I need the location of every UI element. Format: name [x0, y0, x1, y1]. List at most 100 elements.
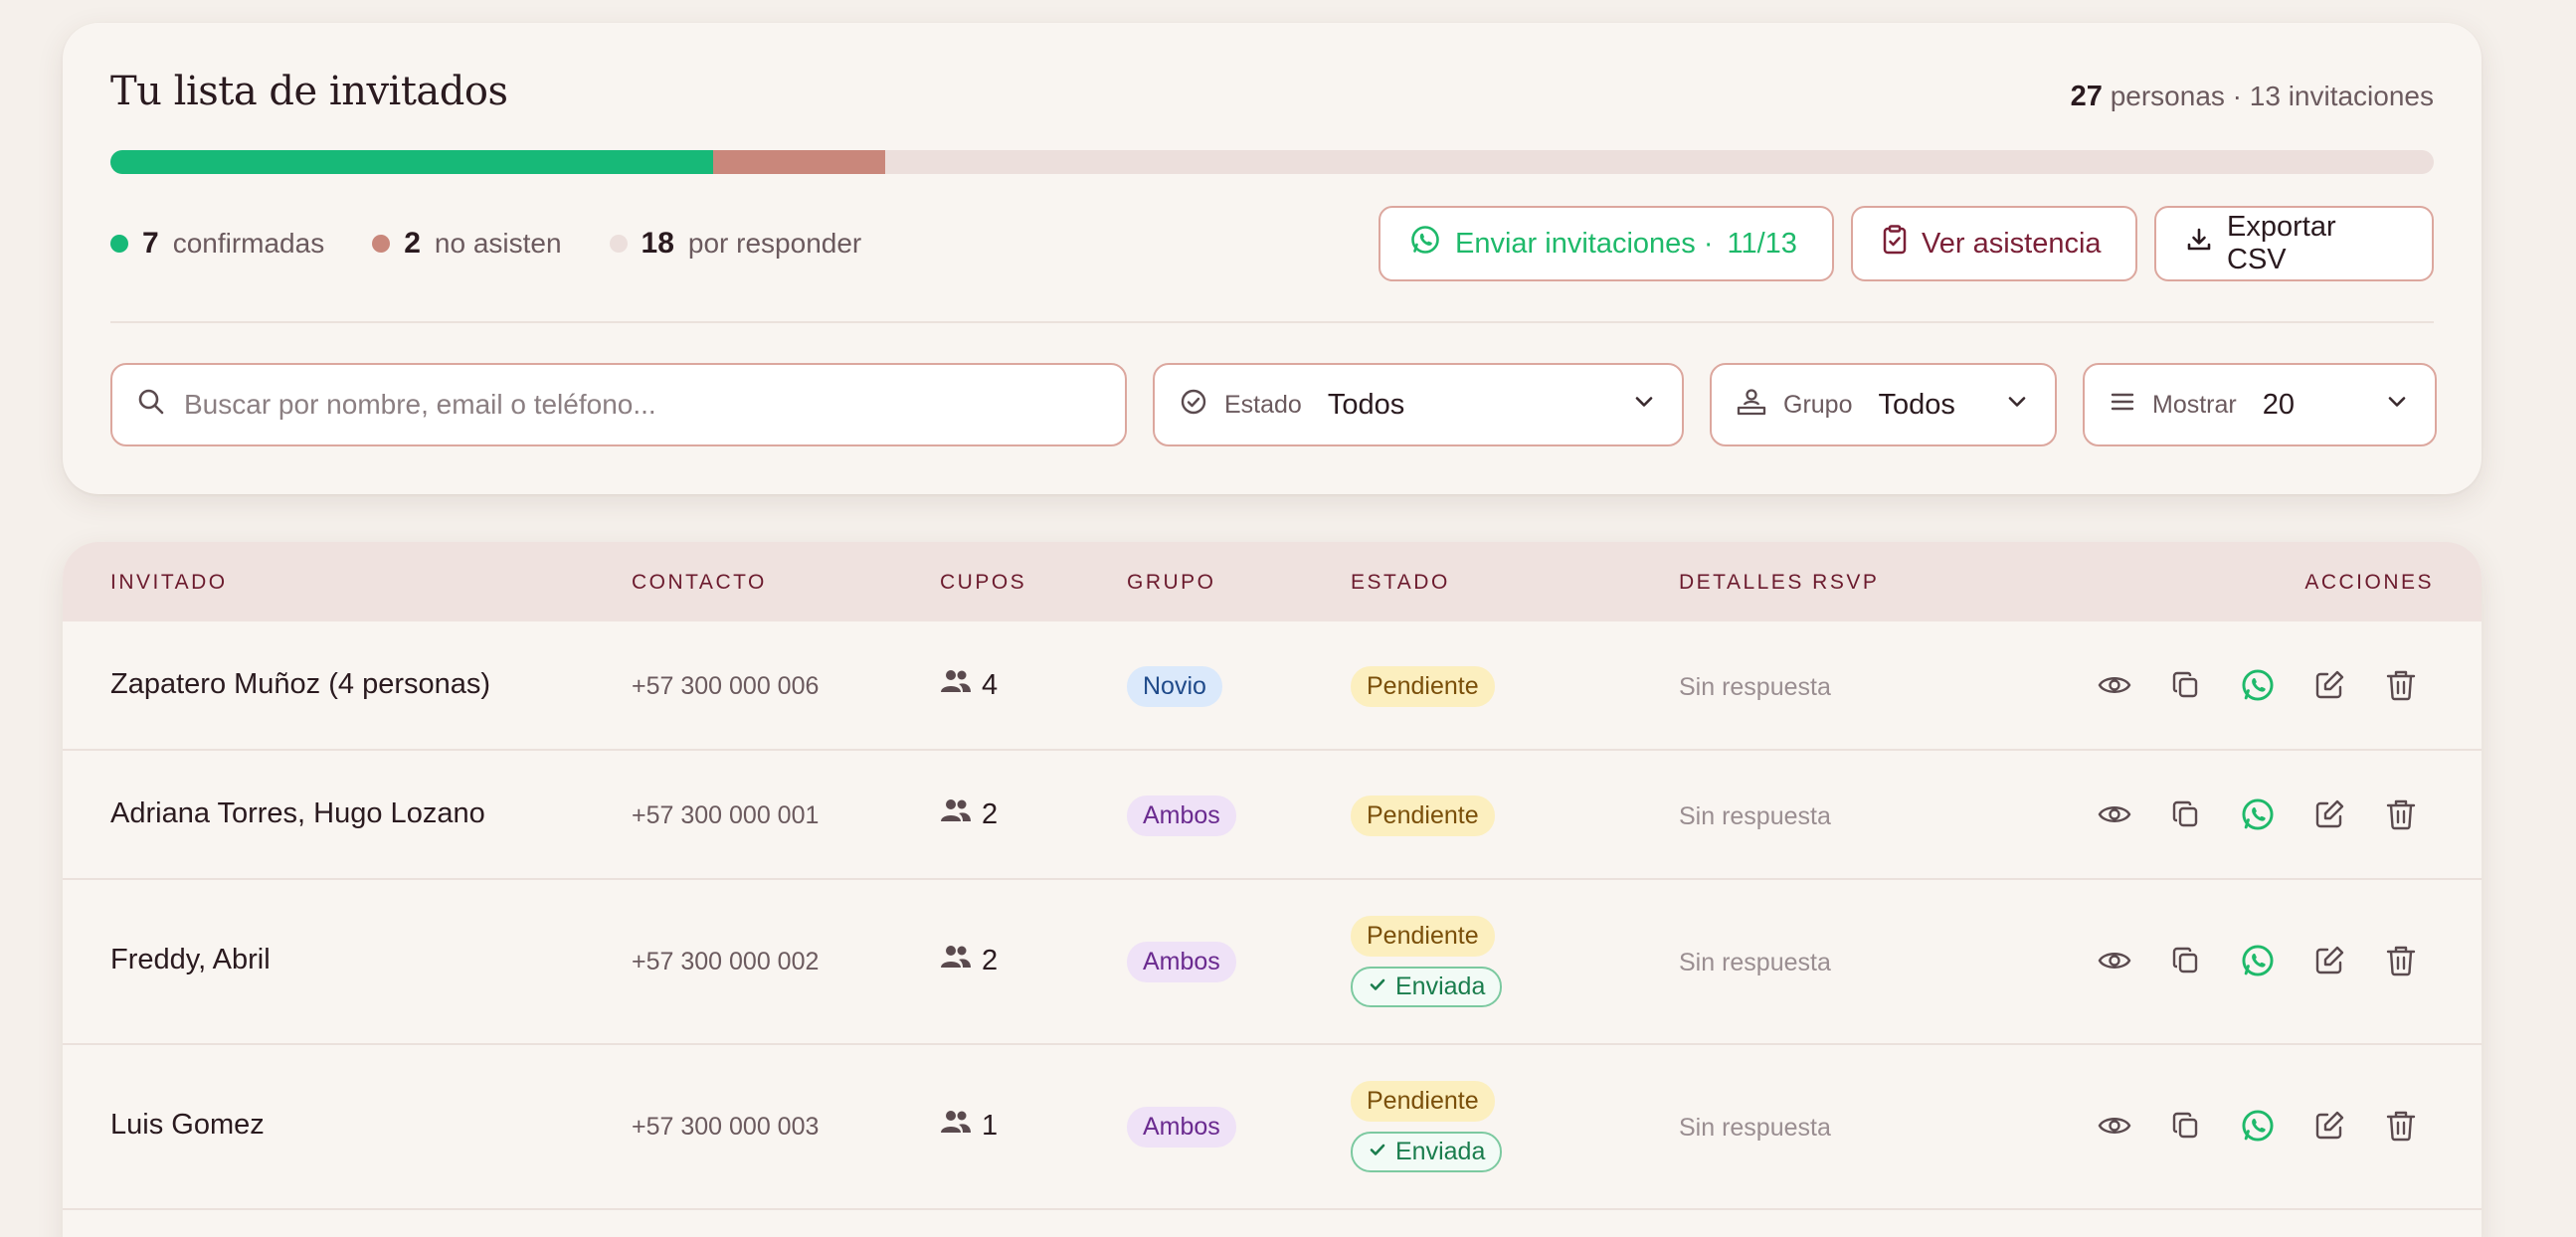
- trash-icon[interactable]: [2383, 1108, 2419, 1144]
- copy-icon[interactable]: [2168, 796, 2204, 832]
- search-input[interactable]: Buscar por nombre, email o teléfono...: [184, 389, 656, 421]
- send-invitations-label: Enviar invitaciones ·: [1455, 227, 1714, 260]
- total-people-count: 27: [2070, 81, 2103, 112]
- group-badge: Ambos: [1127, 942, 1236, 982]
- edit-icon[interactable]: [2311, 943, 2347, 978]
- header-contact: CONTACTO: [632, 571, 767, 594]
- group-badge: Ambos: [1127, 1107, 1236, 1148]
- page-size-label: Mostrar: [2152, 390, 2237, 419]
- row-actions: [2097, 943, 2419, 978]
- rsvp-stats: 7 confirmadas 2 no asisten 18 por respon…: [110, 227, 861, 261]
- status-cell: Pendiente Enviada: [1351, 916, 1503, 1007]
- sent-label: Enviada: [1395, 972, 1486, 1000]
- status-filter-label: Estado: [1224, 390, 1302, 419]
- clipboard-check-icon: [1882, 225, 1908, 263]
- people-icon: [940, 1109, 972, 1143]
- status-badge: Pendiente: [1351, 666, 1495, 707]
- table-header: INVITADO CONTACTO CUPOS GRUPO ESTADO DET…: [63, 542, 2482, 621]
- guest-seats: 4: [940, 668, 998, 702]
- guest-phone: +57 300 000 002: [632, 948, 820, 975]
- edit-icon[interactable]: [2311, 1108, 2347, 1144]
- guest-name: Luis Gomez: [110, 1109, 265, 1141]
- status-filter-value: Todos: [1327, 388, 1405, 421]
- check-circle-icon: [1179, 387, 1208, 424]
- table-row[interactable]: Luis Gomez +57 300 000 003 1 Ambos Pendi…: [63, 1045, 2482, 1210]
- progress-declined-segment: [712, 150, 885, 174]
- guest-totals: 27 personas · 13 invitaciones: [2071, 81, 2434, 113]
- group-icon: [1736, 387, 1767, 424]
- group-badge: Ambos: [1127, 795, 1236, 836]
- copy-icon[interactable]: [2168, 1108, 2204, 1144]
- people-icon: [940, 944, 972, 977]
- trash-icon[interactable]: [2383, 667, 2419, 703]
- table-row[interactable]: Adriana Torres, Hugo Lozano +57 300 000 …: [63, 751, 2482, 880]
- header-seats: CUPOS: [940, 571, 1027, 594]
- guest-name: Freddy, Abril: [110, 944, 271, 975]
- group-filter-label: Grupo: [1783, 390, 1853, 419]
- status-filter-select[interactable]: Estado Todos: [1153, 363, 1684, 446]
- pending-dot-icon: [609, 235, 628, 253]
- page-size-value: 20: [2262, 388, 2295, 421]
- sent-badge: Enviada: [1351, 967, 1503, 1007]
- seats-count: 1: [982, 1109, 999, 1142]
- guest-seats: 2: [940, 797, 998, 831]
- whatsapp-icon[interactable]: [2240, 796, 2276, 832]
- table-row[interactable]: Zapatero Muñoz (4 personas) +57 300 000 …: [63, 621, 2482, 751]
- edit-icon[interactable]: [2311, 667, 2347, 703]
- stat-confirmed: 7 confirmadas: [110, 227, 324, 261]
- whatsapp-icon[interactable]: [2240, 667, 2276, 703]
- page-size-select[interactable]: Mostrar 20: [2083, 363, 2437, 446]
- filters-row: Buscar por nombre, email o teléfono... E…: [110, 363, 2437, 446]
- seats-count: 4: [982, 668, 999, 701]
- whatsapp-icon[interactable]: [2240, 1108, 2276, 1144]
- stat-confirmed-label: confirmadas: [172, 228, 325, 259]
- rsvp-details: Sin respuesta: [1679, 1114, 1831, 1142]
- rsvp-details: Sin respuesta: [1679, 802, 1831, 830]
- view-eye-icon[interactable]: [2097, 943, 2132, 978]
- sent-badge: Enviada: [1351, 1132, 1503, 1172]
- row-actions: [2097, 1108, 2419, 1144]
- download-icon: [2185, 226, 2213, 262]
- guest-seats: 2: [940, 944, 998, 977]
- guest-seats: 1: [940, 1109, 998, 1143]
- trash-icon[interactable]: [2383, 943, 2419, 978]
- whatsapp-icon: [1409, 224, 1441, 264]
- view-attendance-button[interactable]: Ver asistencia: [1851, 206, 2137, 281]
- edit-icon[interactable]: [2311, 796, 2347, 832]
- row-actions: [2097, 667, 2419, 703]
- status-badge: Pendiente: [1351, 916, 1495, 957]
- copy-icon[interactable]: [2168, 667, 2204, 703]
- people-icon: [940, 668, 972, 702]
- total-people-label: personas · 13 invitaciones: [2110, 81, 2434, 111]
- send-invitations-button[interactable]: Enviar invitaciones · 11/13: [1379, 206, 1834, 281]
- stat-pending: 18 por responder: [609, 227, 861, 261]
- send-invitations-count: 11/13: [1727, 227, 1797, 260]
- rsvp-details: Sin respuesta: [1679, 949, 1831, 976]
- view-eye-icon[interactable]: [2097, 667, 2132, 703]
- search-field[interactable]: Buscar por nombre, email o teléfono...: [110, 363, 1127, 446]
- stat-pending-count: 18: [641, 227, 674, 260]
- trash-icon[interactable]: [2383, 796, 2419, 832]
- menu-lines-icon: [2109, 388, 2136, 423]
- export-csv-button[interactable]: Exportar CSV: [2154, 206, 2434, 281]
- header-actions: ACCIONES: [2304, 571, 2434, 594]
- table-row[interactable]: Freddy, Abril +57 300 000 002 2 Ambos Pe…: [63, 880, 2482, 1045]
- chevron-down-icon: [1630, 388, 1658, 423]
- view-eye-icon[interactable]: [2097, 796, 2132, 832]
- check-icon: [1368, 972, 1387, 1001]
- rsvp-progress-bar: [110, 150, 2434, 174]
- group-filter-select[interactable]: Grupo Todos: [1710, 363, 2057, 446]
- chevron-down-icon: [2383, 388, 2411, 423]
- seats-count: 2: [982, 797, 999, 830]
- guest-name: Adriana Torres, Hugo Lozano: [110, 797, 485, 829]
- view-eye-icon[interactable]: [2097, 1108, 2132, 1144]
- guest-phone: +57 300 000 001: [632, 801, 820, 829]
- seats-count: 2: [982, 944, 999, 976]
- copy-icon[interactable]: [2168, 943, 2204, 978]
- stat-confirmed-count: 7: [142, 227, 159, 260]
- guest-phone: +57 300 000 003: [632, 1113, 820, 1141]
- guest-name: Zapatero Muñoz (4 personas): [110, 668, 491, 700]
- row-actions: [2097, 796, 2419, 832]
- whatsapp-icon[interactable]: [2240, 943, 2276, 978]
- group-badge: Novio: [1127, 666, 1222, 707]
